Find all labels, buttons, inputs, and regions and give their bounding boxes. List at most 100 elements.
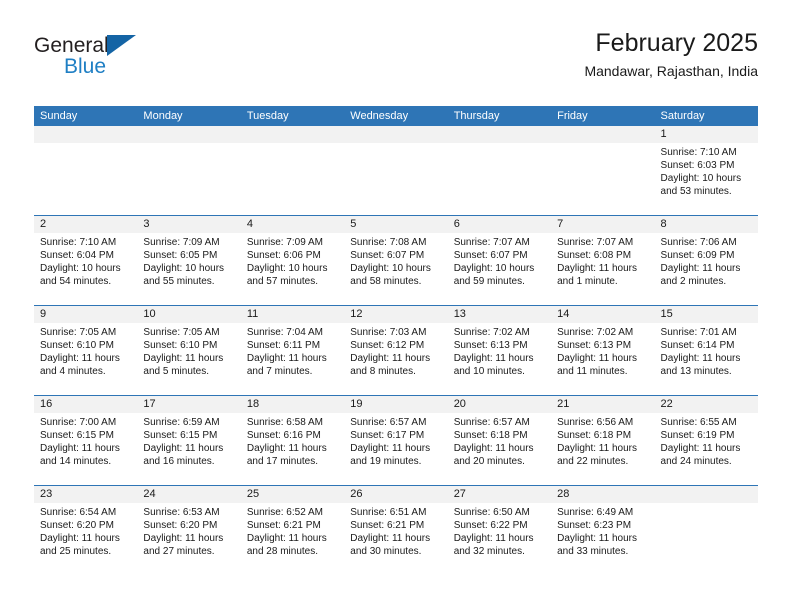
sunset-text: Sunset: 6:08 PM xyxy=(557,250,632,261)
calendar-day-cell[interactable]: 24 Sunrise: 6:53 AM Sunset: 6:20 PM Dayligh… xyxy=(137,486,241,575)
calendar-day-cell[interactable]: 19 Sunrise: 6:57 AM Sunset: 6:17 PM Dayligh… xyxy=(344,396,448,485)
daylight-text-line1: Daylight: 11 hours xyxy=(246,533,327,544)
calendar-day-cell[interactable]: 10 Sunrise: 7:05 AM Sunset: 6:10 PM Dayligh… xyxy=(137,306,241,395)
calendar-day-cell[interactable]: 22 Sunrise: 6:55 AM Sunset: 6:19 PM Dayligh… xyxy=(654,396,758,485)
day-details: Sunrise: 6:58 AM Sunset: 6:16 PM Daylight:… xyxy=(241,413,344,468)
sunrise-text: Sunrise: 7:01 AM xyxy=(660,327,737,338)
day-details: Sunrise: 7:09 AM Sunset: 6:06 PM Daylight:… xyxy=(241,233,344,288)
sunrise-text: Sunrise: 6:54 AM xyxy=(40,507,117,518)
day-number: 21 xyxy=(551,396,655,413)
daylight-text-line1: Daylight: 10 hours xyxy=(350,263,431,274)
day-number: 1 xyxy=(654,126,758,143)
day-number xyxy=(447,126,552,143)
calendar-day-cell[interactable]: 4 Sunrise: 7:09 AM Sunset: 6:06 PM Daylight… xyxy=(240,216,345,305)
general-blue-logo[interactable]: General Blue xyxy=(34,34,234,88)
calendar-day-cell[interactable]: 21 Sunrise: 6:56 AM Sunset: 6:18 PM Dayligh… xyxy=(551,396,655,485)
sunrise-text: Sunrise: 6:57 AM xyxy=(350,417,427,428)
sunset-text: Sunset: 6:17 PM xyxy=(350,430,425,441)
daylight-text-line1: Daylight: 11 hours xyxy=(350,533,431,544)
daylight-text-line1: Daylight: 11 hours xyxy=(143,533,224,544)
daylight-text-line1: Daylight: 11 hours xyxy=(143,353,224,364)
weekday-header-thursday: Thursday xyxy=(453,110,500,122)
sunrise-text: Sunrise: 7:05 AM xyxy=(40,327,117,338)
daylight-text-line2: and 10 minutes. xyxy=(453,366,525,377)
sunrise-text: Sunrise: 7:08 AM xyxy=(350,237,427,248)
calendar-day-cell[interactable]: 11 Sunrise: 7:04 AM Sunset: 6:11 PM Dayligh… xyxy=(240,306,345,395)
calendar-week-row: 23 Sunrise: 6:54 AM Sunset: 6:20 PM Dayligh… xyxy=(34,485,758,575)
daylight-text-line1: Daylight: 11 hours xyxy=(660,263,741,274)
daylight-text-line2: and 19 minutes. xyxy=(350,456,422,467)
daylight-text-line1: Daylight: 11 hours xyxy=(557,443,637,454)
calendar-day-cell-empty xyxy=(447,126,552,215)
calendar-day-cell[interactable]: 16 Sunrise: 7:00 AM Sunset: 6:15 PM Dayligh… xyxy=(34,396,138,485)
calendar-day-cell[interactable]: 9 Sunrise: 7:05 AM Sunset: 6:10 PM Daylight… xyxy=(34,306,138,395)
day-number: 13 xyxy=(447,306,552,323)
calendar-day-cell[interactable]: 8 Sunrise: 7:06 AM Sunset: 6:09 PM Daylight… xyxy=(654,216,758,305)
daylight-text-line2: and 32 minutes. xyxy=(453,546,525,557)
daylight-text-line2: and 16 minutes. xyxy=(143,456,215,467)
day-number xyxy=(137,126,241,143)
daylight-text-line1: Daylight: 11 hours xyxy=(453,443,534,454)
calendar-day-cell[interactable]: 18 Sunrise: 6:58 AM Sunset: 6:16 PM Dayligh… xyxy=(240,396,345,485)
calendar-day-cell[interactable]: 3 Sunrise: 7:09 AM Sunset: 6:05 PM Daylight… xyxy=(137,216,241,305)
day-details: Sunrise: 7:06 AM Sunset: 6:09 PM Daylight:… xyxy=(655,233,758,288)
calendar-day-cell[interactable]: 28 Sunrise: 6:49 AM Sunset: 6:23 PM Dayligh… xyxy=(551,486,655,575)
day-details: Sunrise: 7:10 AM Sunset: 6:04 PM Daylight:… xyxy=(34,233,137,288)
calendar-day-cell[interactable]: 25 Sunrise: 6:52 AM Sunset: 6:21 PM Dayligh… xyxy=(240,486,345,575)
day-details: Sunrise: 7:01 AM Sunset: 6:14 PM Daylight:… xyxy=(655,323,758,378)
day-number: 26 xyxy=(344,486,448,503)
calendar-day-cell[interactable]: 26 Sunrise: 6:51 AM Sunset: 6:21 PM Dayligh… xyxy=(344,486,448,575)
calendar-day-cell[interactable]: 1 Sunrise: 7:10 AM Sunset: 6:03 PM Daylight… xyxy=(654,126,758,215)
daylight-text-line1: Daylight: 11 hours xyxy=(557,263,637,274)
calendar-day-cell-empty xyxy=(654,486,758,575)
calendar-day-cell[interactable]: 15 Sunrise: 7:01 AM Sunset: 6:14 PM Dayligh… xyxy=(654,306,758,395)
calendar-day-cell-empty xyxy=(551,126,655,215)
daylight-text-line1: Daylight: 10 hours xyxy=(660,173,742,184)
sunset-text: Sunset: 6:21 PM xyxy=(246,520,321,531)
daylight-text-line1: Daylight: 11 hours xyxy=(350,443,431,454)
calendar-day-cell[interactable]: 2 Sunrise: 7:10 AM Sunset: 6:04 PM Daylight… xyxy=(34,216,138,305)
calendar-day-cell[interactable]: 20 Sunrise: 6:57 AM Sunset: 6:18 PM Dayligh… xyxy=(447,396,552,485)
daylight-text-line2: and 17 minutes. xyxy=(246,456,319,467)
day-number: 20 xyxy=(447,396,552,413)
daylight-text-line1: Daylight: 11 hours xyxy=(350,353,431,364)
calendar-day-cell[interactable]: 23 Sunrise: 6:54 AM Sunset: 6:20 PM Dayligh… xyxy=(34,486,138,575)
calendar-day-cell[interactable]: 17 Sunrise: 6:59 AM Sunset: 6:15 PM Dayligh… xyxy=(137,396,241,485)
daylight-text-line2: and 11 minutes. xyxy=(557,366,628,377)
daylight-text-line1: Daylight: 10 hours xyxy=(143,263,225,274)
sunrise-text: Sunrise: 6:58 AM xyxy=(246,417,323,428)
day-details: Sunrise: 7:07 AM Sunset: 6:07 PM Daylight:… xyxy=(448,233,551,288)
sunset-text: Sunset: 6:07 PM xyxy=(350,250,425,261)
day-number: 25 xyxy=(240,486,345,503)
calendar-day-cell[interactable]: 14 Sunrise: 7:02 AM Sunset: 6:13 PM Dayligh… xyxy=(551,306,655,395)
sunset-text: Sunset: 6:13 PM xyxy=(453,340,528,351)
sunset-text: Sunset: 6:06 PM xyxy=(246,250,321,261)
daylight-text-line2: and 55 minutes. xyxy=(143,276,215,287)
day-details: Sunrise: 7:04 AM Sunset: 6:11 PM Daylight:… xyxy=(241,323,344,378)
calendar-day-cell[interactable]: 5 Sunrise: 7:08 AM Sunset: 6:07 PM Daylight… xyxy=(344,216,448,305)
calendar-day-cell[interactable]: 7 Sunrise: 7:07 AM Sunset: 6:08 PM Daylight… xyxy=(551,216,655,305)
calendar-day-cell[interactable]: 13 Sunrise: 7:02 AM Sunset: 6:13 PM Dayligh… xyxy=(447,306,552,395)
daylight-text-line1: Daylight: 11 hours xyxy=(40,443,120,454)
daylight-text-line1: Daylight: 11 hours xyxy=(246,443,327,454)
day-details: Sunrise: 6:57 AM Sunset: 6:18 PM Daylight:… xyxy=(448,413,551,468)
calendar-week-row: 1 Sunrise: 7:10 AM Sunset: 6:03 PM Daylight… xyxy=(34,126,758,215)
sunset-text: Sunset: 6:20 PM xyxy=(143,520,218,531)
calendar-day-cell[interactable]: 27 Sunrise: 6:50 AM Sunset: 6:22 PM Dayligh… xyxy=(447,486,552,575)
sunset-text: Sunset: 6:21 PM xyxy=(350,520,425,531)
daylight-text-line2: and 14 minutes. xyxy=(40,456,112,467)
sunset-text: Sunset: 6:20 PM xyxy=(40,520,114,531)
day-number: 6 xyxy=(447,216,552,233)
day-number: 11 xyxy=(240,306,345,323)
day-number: 23 xyxy=(34,486,138,503)
daylight-text-line1: Daylight: 11 hours xyxy=(557,533,637,544)
day-details: Sunrise: 7:03 AM Sunset: 6:12 PM Daylight:… xyxy=(344,323,447,378)
logo-text-blue: Blue xyxy=(64,55,107,78)
daylight-text-line1: Daylight: 11 hours xyxy=(660,353,741,364)
sunrise-text: Sunrise: 7:03 AM xyxy=(350,327,427,338)
day-number xyxy=(551,126,655,143)
calendar-day-cell[interactable]: 12 Sunrise: 7:03 AM Sunset: 6:12 PM Dayligh… xyxy=(344,306,448,395)
calendar-day-cell[interactable]: 6 Sunrise: 7:07 AM Sunset: 6:07 PM Daylight… xyxy=(447,216,552,305)
daylight-text-line2: and 28 minutes. xyxy=(246,546,319,557)
sunrise-text: Sunrise: 7:00 AM xyxy=(40,417,117,428)
